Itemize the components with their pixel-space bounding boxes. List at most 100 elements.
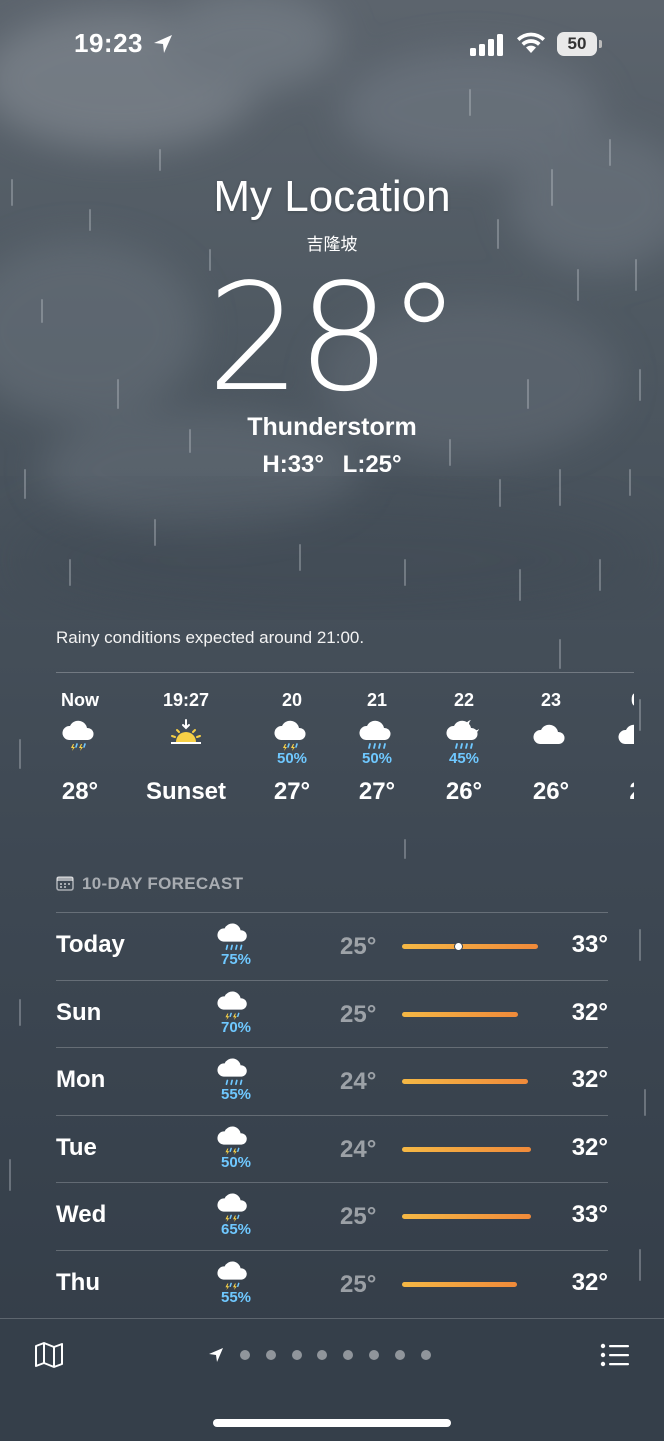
- thunderstorm-icon: [217, 1193, 247, 1223]
- bottom-toolbar: [0, 1318, 664, 1441]
- cloud-icon: [533, 724, 565, 744]
- hourly-item: 22 45% 26°: [424, 690, 504, 806]
- hour-label: 21: [366, 690, 388, 710]
- high-low: H:33° L:25°: [0, 451, 664, 479]
- day-icon-wrap: [216, 1122, 254, 1156]
- page-dot[interactable]: [369, 1350, 379, 1360]
- hourly-item: 23 26°: [511, 690, 591, 806]
- location-header: My Location 吉隆坡: [0, 170, 664, 255]
- rain-icon: [217, 1058, 247, 1086]
- hour-label: 20: [281, 690, 303, 710]
- hour-temp: 28°: [61, 778, 99, 805]
- hour-icon-wrap: [252, 716, 332, 764]
- temp-range-bar: [402, 1146, 542, 1152]
- day-high: 33°: [571, 931, 608, 958]
- page-dot[interactable]: [343, 1350, 354, 1360]
- day-icon-wrap: [216, 987, 254, 1021]
- page-dot[interactable]: [291, 1350, 302, 1360]
- page-dot[interactable]: [420, 1350, 431, 1360]
- cloud-moon-rain-icon: [446, 720, 479, 749]
- hourly-item: 02: [596, 690, 634, 806]
- rain-icon: [217, 923, 247, 951]
- day-high: 33°: [571, 1201, 608, 1228]
- day-name: Wed: [56, 1201, 107, 1228]
- hour-temp: Sunset: [146, 778, 227, 805]
- thunderstorm-icon: [217, 991, 247, 1020]
- hourly-item: 19:27 Sunset: [146, 690, 226, 806]
- hourly-item: Now 28°: [40, 690, 120, 806]
- divider: [56, 672, 634, 673]
- hourly-summary: Rainy conditions expected around 21:00.: [56, 628, 365, 647]
- day-high: 32°: [571, 1268, 608, 1296]
- location-arrow-icon: [154, 35, 172, 53]
- day-precip: 55%: [220, 1288, 252, 1306]
- calendar-icon: [56, 876, 74, 891]
- day-high: 32°: [571, 998, 608, 1026]
- hour-icon-wrap: [424, 716, 504, 764]
- day-low: 24°: [340, 1068, 377, 1095]
- list-icon[interactable]: [600, 1343, 630, 1367]
- day-name: Tue: [56, 1133, 97, 1161]
- thunderstorm-icon: [62, 720, 94, 751]
- day-precip: 75%: [220, 951, 252, 968]
- thunderstorm-icon: [274, 720, 306, 751]
- day-name: Mon: [56, 1066, 106, 1093]
- location-title: My Location: [213, 172, 451, 221]
- ten-day-forecast-card[interactable]: 10-DAY FORECAST Today 75% 25° 33° Sun 70% 25° 3…: [40, 866, 634, 1318]
- page-dot[interactable]: [265, 1350, 276, 1360]
- day-low: 25°: [340, 933, 377, 960]
- hour-label: 0: [596, 690, 634, 716]
- day-low: 25°: [340, 1203, 377, 1230]
- hour-temp: 26°: [445, 778, 483, 805]
- ten-day-heading-label: 10-DAY FORECAST: [82, 874, 244, 893]
- hour-icon-wrap: [337, 716, 417, 764]
- rain-icon: [359, 720, 391, 749]
- page-dot[interactable]: [240, 1350, 250, 1360]
- page-dot[interactable]: [317, 1350, 328, 1360]
- day-low: 24°: [340, 1135, 377, 1163]
- temp-range-fill: [402, 1011, 519, 1017]
- sunset-icon: [171, 719, 201, 744]
- map-icon[interactable]: [34, 1341, 64, 1369]
- temp-range-bar: [402, 1281, 542, 1287]
- hour-icon-wrap: [596, 716, 634, 764]
- day-name: Sun: [56, 998, 102, 1026]
- hour-icon-wrap: [511, 716, 591, 764]
- cloud-icon: [618, 724, 634, 744]
- hour-icon-wrap: [146, 716, 226, 764]
- day-row[interactable]: Wed 65% 25° 33°: [56, 1182, 608, 1250]
- temp-range-fill: [402, 1146, 531, 1152]
- day-icon-wrap: [216, 1054, 254, 1088]
- day-low: 25°: [340, 1270, 377, 1298]
- ten-day-heading: 10-DAY FORECAST: [56, 874, 243, 894]
- day-row[interactable]: Mon 55% 24° 32°: [56, 1047, 608, 1115]
- day-row[interactable]: Tue 50% 24° 32°: [56, 1114, 608, 1183]
- day-row[interactable]: Sun 70% 25° 32°: [56, 979, 608, 1048]
- hour-temp: 2: [596, 778, 634, 806]
- wifi-icon: [517, 32, 545, 53]
- hourly-scroll[interactable]: Now 28° 19:27 Sunset 20 50% 27° 21 50% 27° 22 45% 26…: [40, 690, 634, 830]
- hour-label: Now: [61, 690, 99, 710]
- temp-range-bar: [402, 1214, 542, 1219]
- day-row[interactable]: Today 75% 25° 33°: [56, 912, 608, 980]
- temp-range-fill: [402, 1281, 517, 1287]
- day-icon-wrap: [216, 1257, 254, 1291]
- day-row[interactable]: Thu 55% 25° 32°: [56, 1249, 608, 1318]
- hour-label: 22: [453, 690, 475, 710]
- hour-temp: 26°: [532, 778, 570, 805]
- temp-range-fill: [402, 1079, 528, 1084]
- day-name: Today: [56, 931, 125, 958]
- day-precip: 50%: [220, 1153, 252, 1171]
- thunderstorm-icon: [217, 1261, 247, 1290]
- high-temp: H:33°: [262, 451, 324, 478]
- hour-temp: 27°: [358, 778, 396, 805]
- hourly-forecast-card[interactable]: Rainy conditions expected around 21:00. …: [40, 610, 634, 840]
- hourly-item: 21 50% 27°: [337, 690, 417, 806]
- current-condition: Thunderstorm: [247, 413, 417, 441]
- home-indicator[interactable]: [213, 1419, 451, 1427]
- page-dot[interactable]: [394, 1350, 405, 1360]
- temp-range-bar: [402, 1011, 542, 1017]
- hour-label: 19:27: [162, 690, 210, 710]
- day-high: 32°: [571, 1066, 608, 1093]
- day-icon-wrap: [216, 1189, 254, 1223]
